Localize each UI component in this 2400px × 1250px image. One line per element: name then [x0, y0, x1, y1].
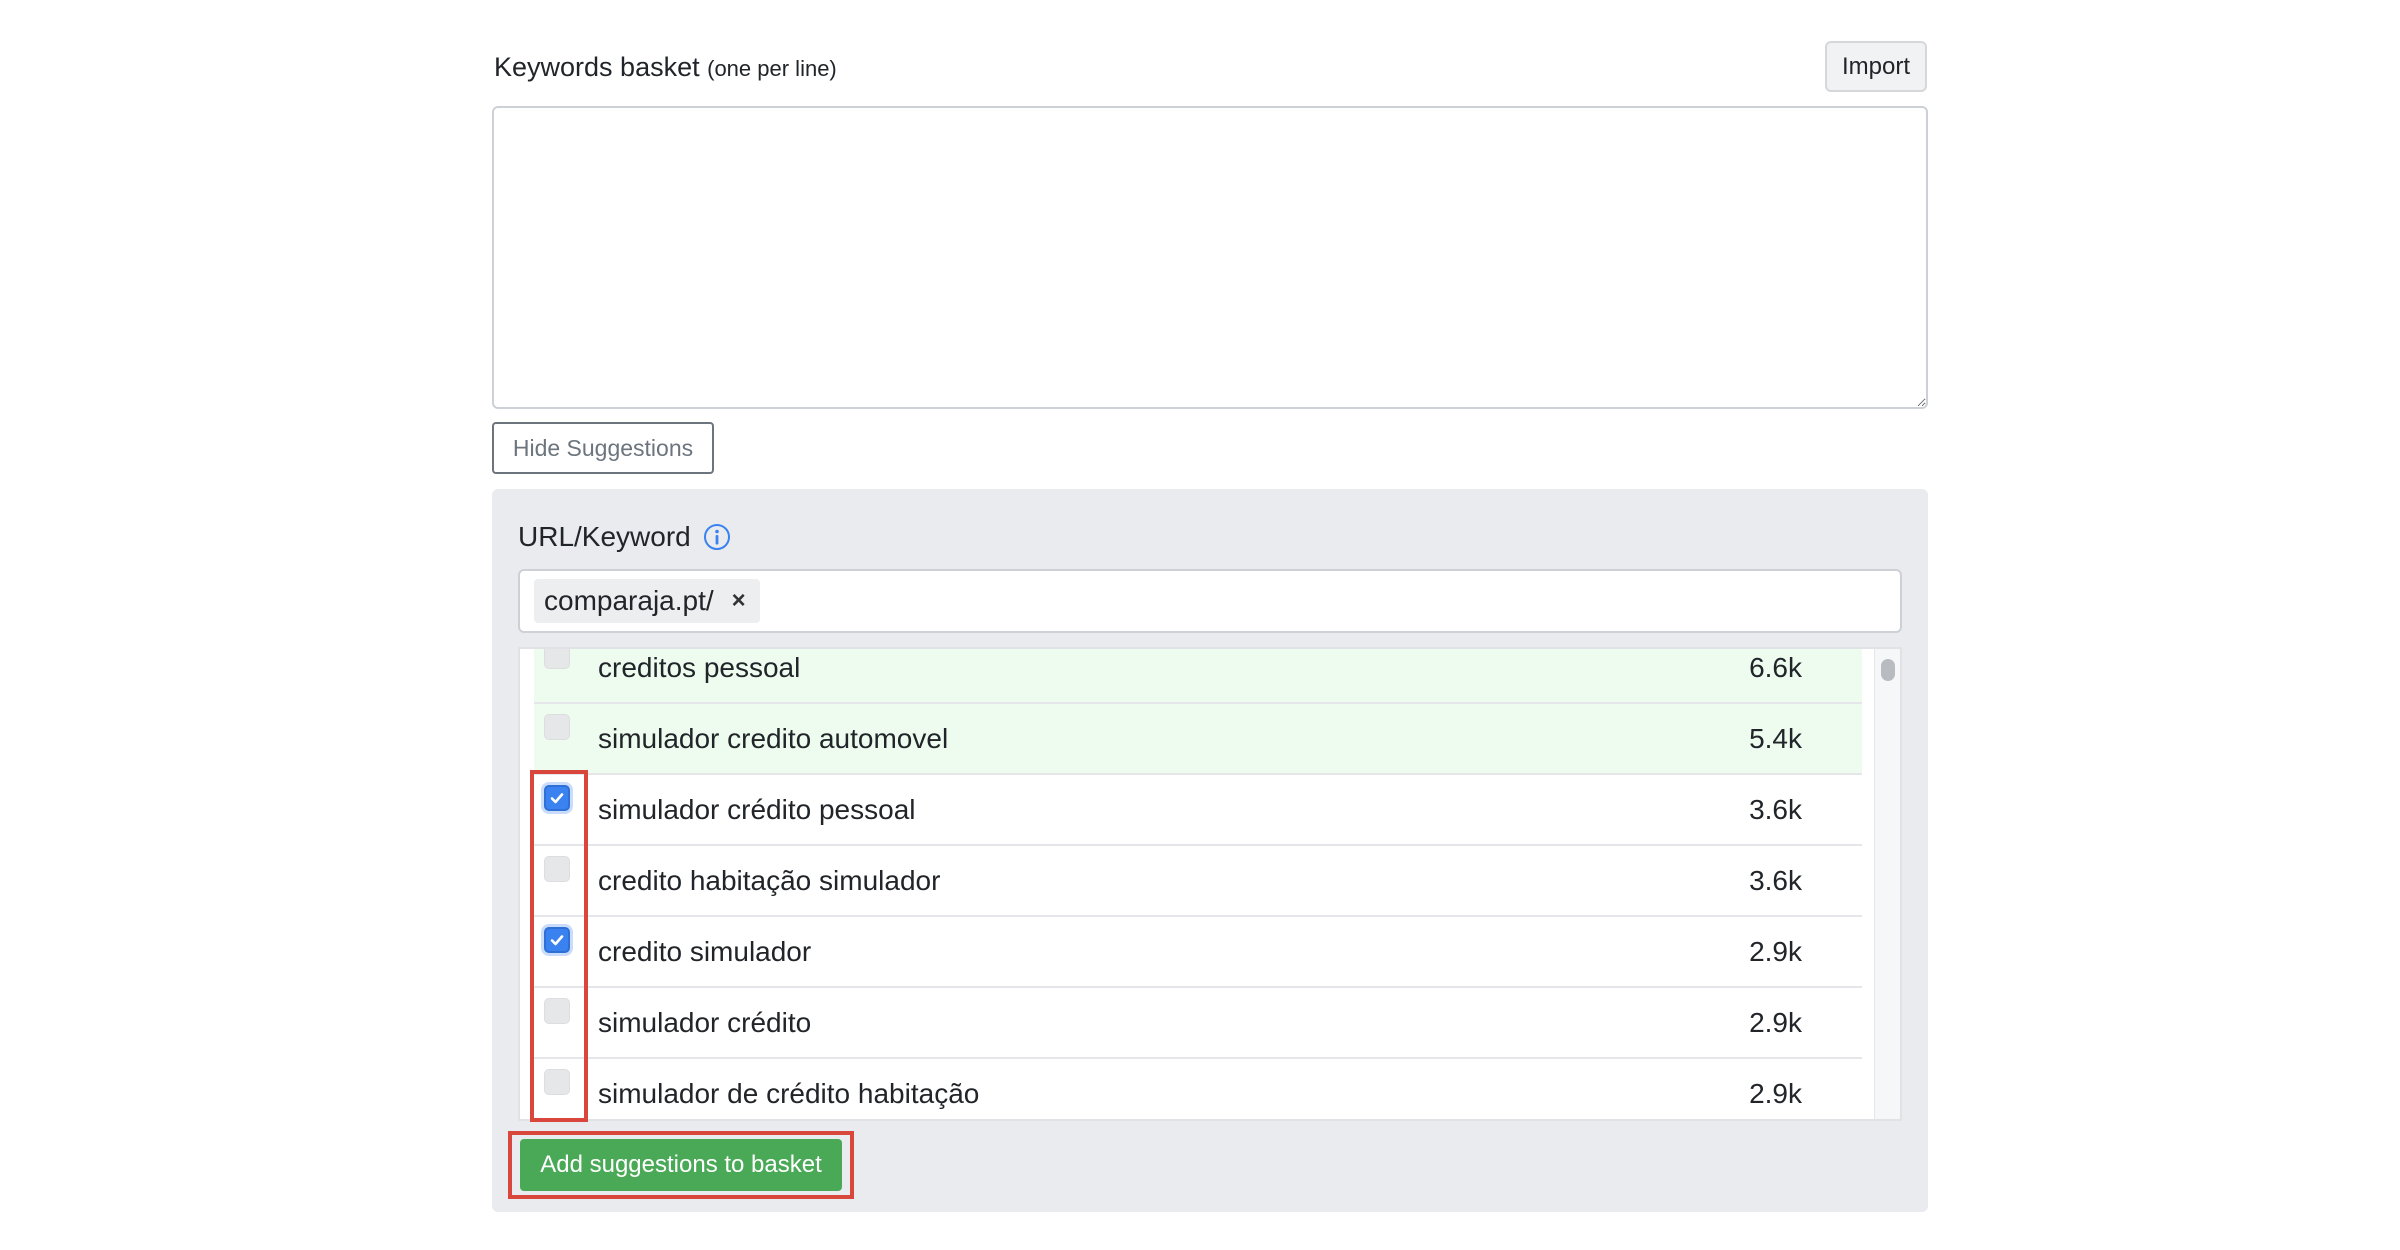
- info-icon[interactable]: [703, 523, 731, 551]
- suggestions-panel: URL/Keyword comparaja.pt/ × creditos pes…: [492, 489, 1928, 1212]
- checkbox[interactable]: [544, 998, 570, 1024]
- suggestion-row[interactable]: simulador crédito 2.9k: [534, 988, 1862, 1059]
- url-keyword-label: URL/Keyword: [518, 521, 731, 553]
- suggestion-row[interactable]: creditos pessoal 6.6k: [534, 649, 1862, 704]
- url-keyword-text: URL/Keyword: [518, 521, 691, 552]
- suggestion-volume: 2.9k: [1749, 1077, 1802, 1109]
- list-scrollbar[interactable]: [1874, 649, 1900, 1119]
- page: Keywords basket (one per line) Import Hi…: [0, 0, 2400, 1250]
- suggestions-rows: creditos pessoal 6.6k simulador credito au…: [534, 649, 1862, 1119]
- suggestion-keyword: simulador crédito: [598, 1006, 812, 1038]
- suggestion-keyword: credito simulador: [598, 935, 812, 967]
- suggestion-volume: 2.9k: [1749, 935, 1802, 967]
- suggestion-volume: 2.9k: [1749, 1006, 1802, 1038]
- suggestion-volume: 6.6k: [1749, 651, 1802, 683]
- checkbox-checked[interactable]: [544, 785, 570, 811]
- keyword-tag: comparaja.pt/ ×: [534, 579, 760, 623]
- suggestion-keyword: simulador credito automovel: [598, 722, 949, 754]
- keyword-tag-text: comparaja.pt/: [544, 585, 714, 616]
- suggestion-keyword: credito habitação simulador: [598, 864, 941, 896]
- suggestion-keyword: creditos pessoal: [598, 651, 801, 683]
- suggestion-volume: 3.6k: [1749, 864, 1802, 896]
- add-suggestions-button[interactable]: Add suggestions to basket: [520, 1139, 842, 1191]
- suggestion-row[interactable]: credito simulador 2.9k: [534, 917, 1862, 988]
- suggestion-row[interactable]: simulador crédito pessoal 3.6k: [534, 775, 1862, 846]
- suggestion-row[interactable]: credito habitação simulador 3.6k: [534, 846, 1862, 917]
- suggestion-keyword: simulador de crédito habitação: [598, 1077, 980, 1109]
- checkbox[interactable]: [544, 856, 570, 882]
- import-button[interactable]: Import: [1825, 41, 1927, 92]
- keywords-basket-textarea[interactable]: [492, 106, 1928, 409]
- url-keyword-input[interactable]: comparaja.pt/ ×: [518, 569, 1902, 633]
- suggestion-volume: 5.4k: [1749, 722, 1802, 754]
- keywords-basket-hint: (one per line): [707, 56, 837, 81]
- suggestion-volume: 3.6k: [1749, 793, 1802, 825]
- checkbox-checked[interactable]: [544, 927, 570, 953]
- hide-suggestions-button[interactable]: Hide Suggestions: [492, 422, 714, 474]
- keywords-basket-title: Keywords basket: [494, 52, 700, 82]
- keywords-basket-label: Keywords basket (one per line): [494, 52, 837, 83]
- suggestion-row[interactable]: simulador de crédito habitação 2.9k: [534, 1059, 1862, 1119]
- suggestion-row[interactable]: simulador credito automovel 5.4k: [534, 704, 1862, 775]
- suggestion-keyword: simulador crédito pessoal: [598, 793, 916, 825]
- checkmark-icon: [550, 935, 564, 946]
- checkmark-icon: [550, 793, 564, 804]
- tag-close-icon[interactable]: ×: [732, 589, 746, 613]
- checkbox[interactable]: [544, 714, 570, 740]
- suggestions-list[interactable]: creditos pessoal 6.6k simulador credito au…: [518, 647, 1902, 1121]
- checkbox[interactable]: [544, 1069, 570, 1095]
- scrollbar-thumb[interactable]: [1881, 659, 1895, 681]
- checkbox[interactable]: [544, 649, 570, 669]
